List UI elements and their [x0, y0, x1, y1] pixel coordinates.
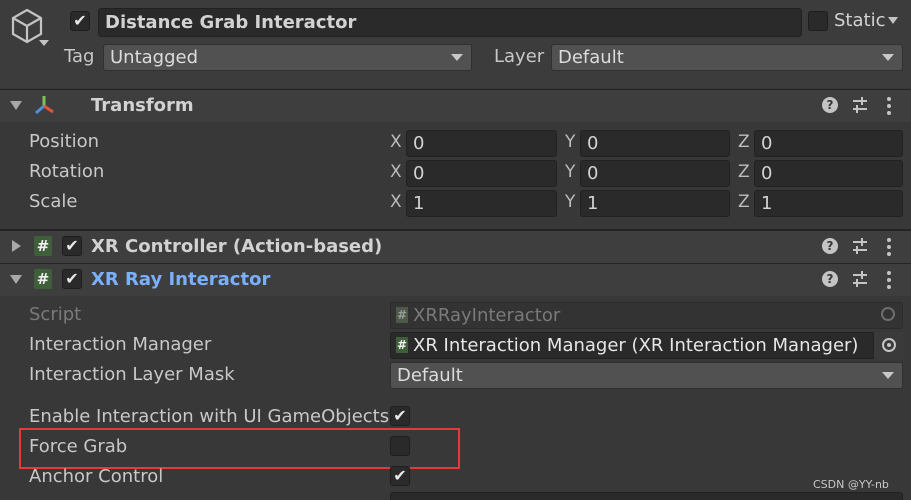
help-icon[interactable]: ? [822, 238, 838, 254]
layer-mask-dropdown[interactable]: Default [390, 362, 903, 389]
interaction-manager-field[interactable]: XR Interaction Manager (XR Interaction M… [390, 332, 903, 359]
transform-x-field[interactable]: 0 [406, 160, 557, 187]
transform-axes-icon [35, 96, 54, 115]
chevron-down-icon [451, 54, 463, 61]
transform-row-label: Scale [29, 191, 78, 212]
layer-dropdown[interactable]: Default [551, 44, 903, 71]
script-value: XRRayInteractor [413, 305, 561, 326]
force-grab-checkbox[interactable] [390, 436, 410, 456]
icon-dropdown-caret-icon[interactable] [39, 40, 49, 46]
enable-ui-checkbox[interactable]: ✔ [390, 406, 410, 426]
next-field-partial [390, 492, 903, 500]
axis-y-label: Y [565, 192, 576, 212]
chevron-down-icon [882, 54, 894, 61]
foldout-collapsed-icon[interactable] [12, 240, 21, 252]
static-dropdown-icon[interactable] [888, 17, 898, 24]
static-label: Static [834, 10, 886, 31]
cube-icon [11, 8, 43, 44]
anchor-control-label: Anchor Control [29, 466, 164, 487]
watermark: CSDN @YY-nb [813, 478, 889, 491]
hash-script-icon: # [396, 307, 408, 323]
object-picker-dot-icon [887, 343, 891, 347]
sliders-icon[interactable] [851, 270, 869, 288]
transform-x-field[interactable]: 1 [406, 190, 557, 217]
script-field: XRRayInteractor [390, 302, 903, 329]
xr-ray-interactor-title: XR Ray Interactor [91, 269, 271, 290]
hash-script-icon: # [396, 337, 408, 353]
layer-value: Default [558, 47, 624, 68]
tag-dropdown[interactable]: Untagged [103, 44, 472, 71]
interaction-manager-value: XR Interaction Manager (XR Interaction M… [413, 335, 859, 356]
enable-ui-label: Enable Interaction with UI GameObjects [29, 406, 390, 427]
kebab-menu-icon[interactable] [887, 238, 891, 259]
tag-label: Tag [64, 46, 95, 67]
object-picker-button[interactable] [873, 332, 904, 359]
sliders-icon[interactable] [851, 96, 869, 114]
axis-y-label: Y [565, 162, 576, 182]
object-picker-icon [881, 307, 895, 321]
static-checkbox[interactable] [808, 11, 828, 31]
hash-script-icon: # [34, 236, 52, 256]
axis-x-label: X [390, 162, 402, 182]
kebab-menu-icon[interactable] [887, 271, 891, 292]
transform-y-field[interactable]: 0 [580, 130, 730, 157]
interaction-manager-label: Interaction Manager [29, 334, 212, 355]
transform-y-field[interactable]: 1 [580, 190, 730, 217]
help-icon[interactable]: ? [822, 97, 838, 113]
axis-z-label: Z [738, 192, 750, 212]
layer-mask-label: Interaction Layer Mask [29, 364, 235, 385]
xr-controller-title: XR Controller (Action-based) [91, 236, 383, 257]
axis-x-label: X [390, 192, 402, 212]
tag-value: Untagged [110, 47, 199, 68]
transform-y-field[interactable]: 0 [580, 160, 730, 187]
gameobject-name-field[interactable]: Distance Grab Interactor [98, 8, 802, 37]
transform-z-field[interactable]: 0 [754, 160, 903, 187]
layer-mask-value: Default [397, 365, 463, 386]
axis-z-label: Z [738, 132, 750, 152]
layer-label: Layer [494, 46, 545, 67]
transform-z-field[interactable]: 0 [754, 130, 903, 157]
hash-script-icon: # [34, 269, 52, 289]
script-label: Script [29, 304, 82, 325]
sliders-icon[interactable] [851, 237, 869, 255]
anchor-control-checkbox[interactable]: ✔ [390, 466, 410, 486]
active-checkbox[interactable]: ✔ [70, 11, 90, 31]
axis-x-label: X [390, 132, 402, 152]
axis-z-label: Z [738, 162, 750, 182]
xr-ray-enabled-checkbox[interactable]: ✔ [62, 269, 82, 289]
foldout-expanded-icon[interactable] [10, 101, 22, 110]
chevron-down-icon [882, 372, 894, 379]
xr-controller-enabled-checkbox[interactable]: ✔ [62, 236, 82, 256]
kebab-menu-icon[interactable] [887, 97, 891, 118]
transform-title: Transform [91, 95, 194, 116]
foldout-expanded-icon[interactable] [10, 275, 22, 284]
transform-z-field[interactable]: 1 [754, 190, 903, 217]
transform-row-label: Rotation [29, 161, 105, 182]
transform-row-label: Position [29, 131, 100, 152]
axis-y-label: Y [565, 132, 576, 152]
transform-x-field[interactable]: 0 [406, 130, 557, 157]
force-grab-label: Force Grab [29, 436, 128, 457]
help-icon[interactable]: ? [822, 271, 838, 287]
